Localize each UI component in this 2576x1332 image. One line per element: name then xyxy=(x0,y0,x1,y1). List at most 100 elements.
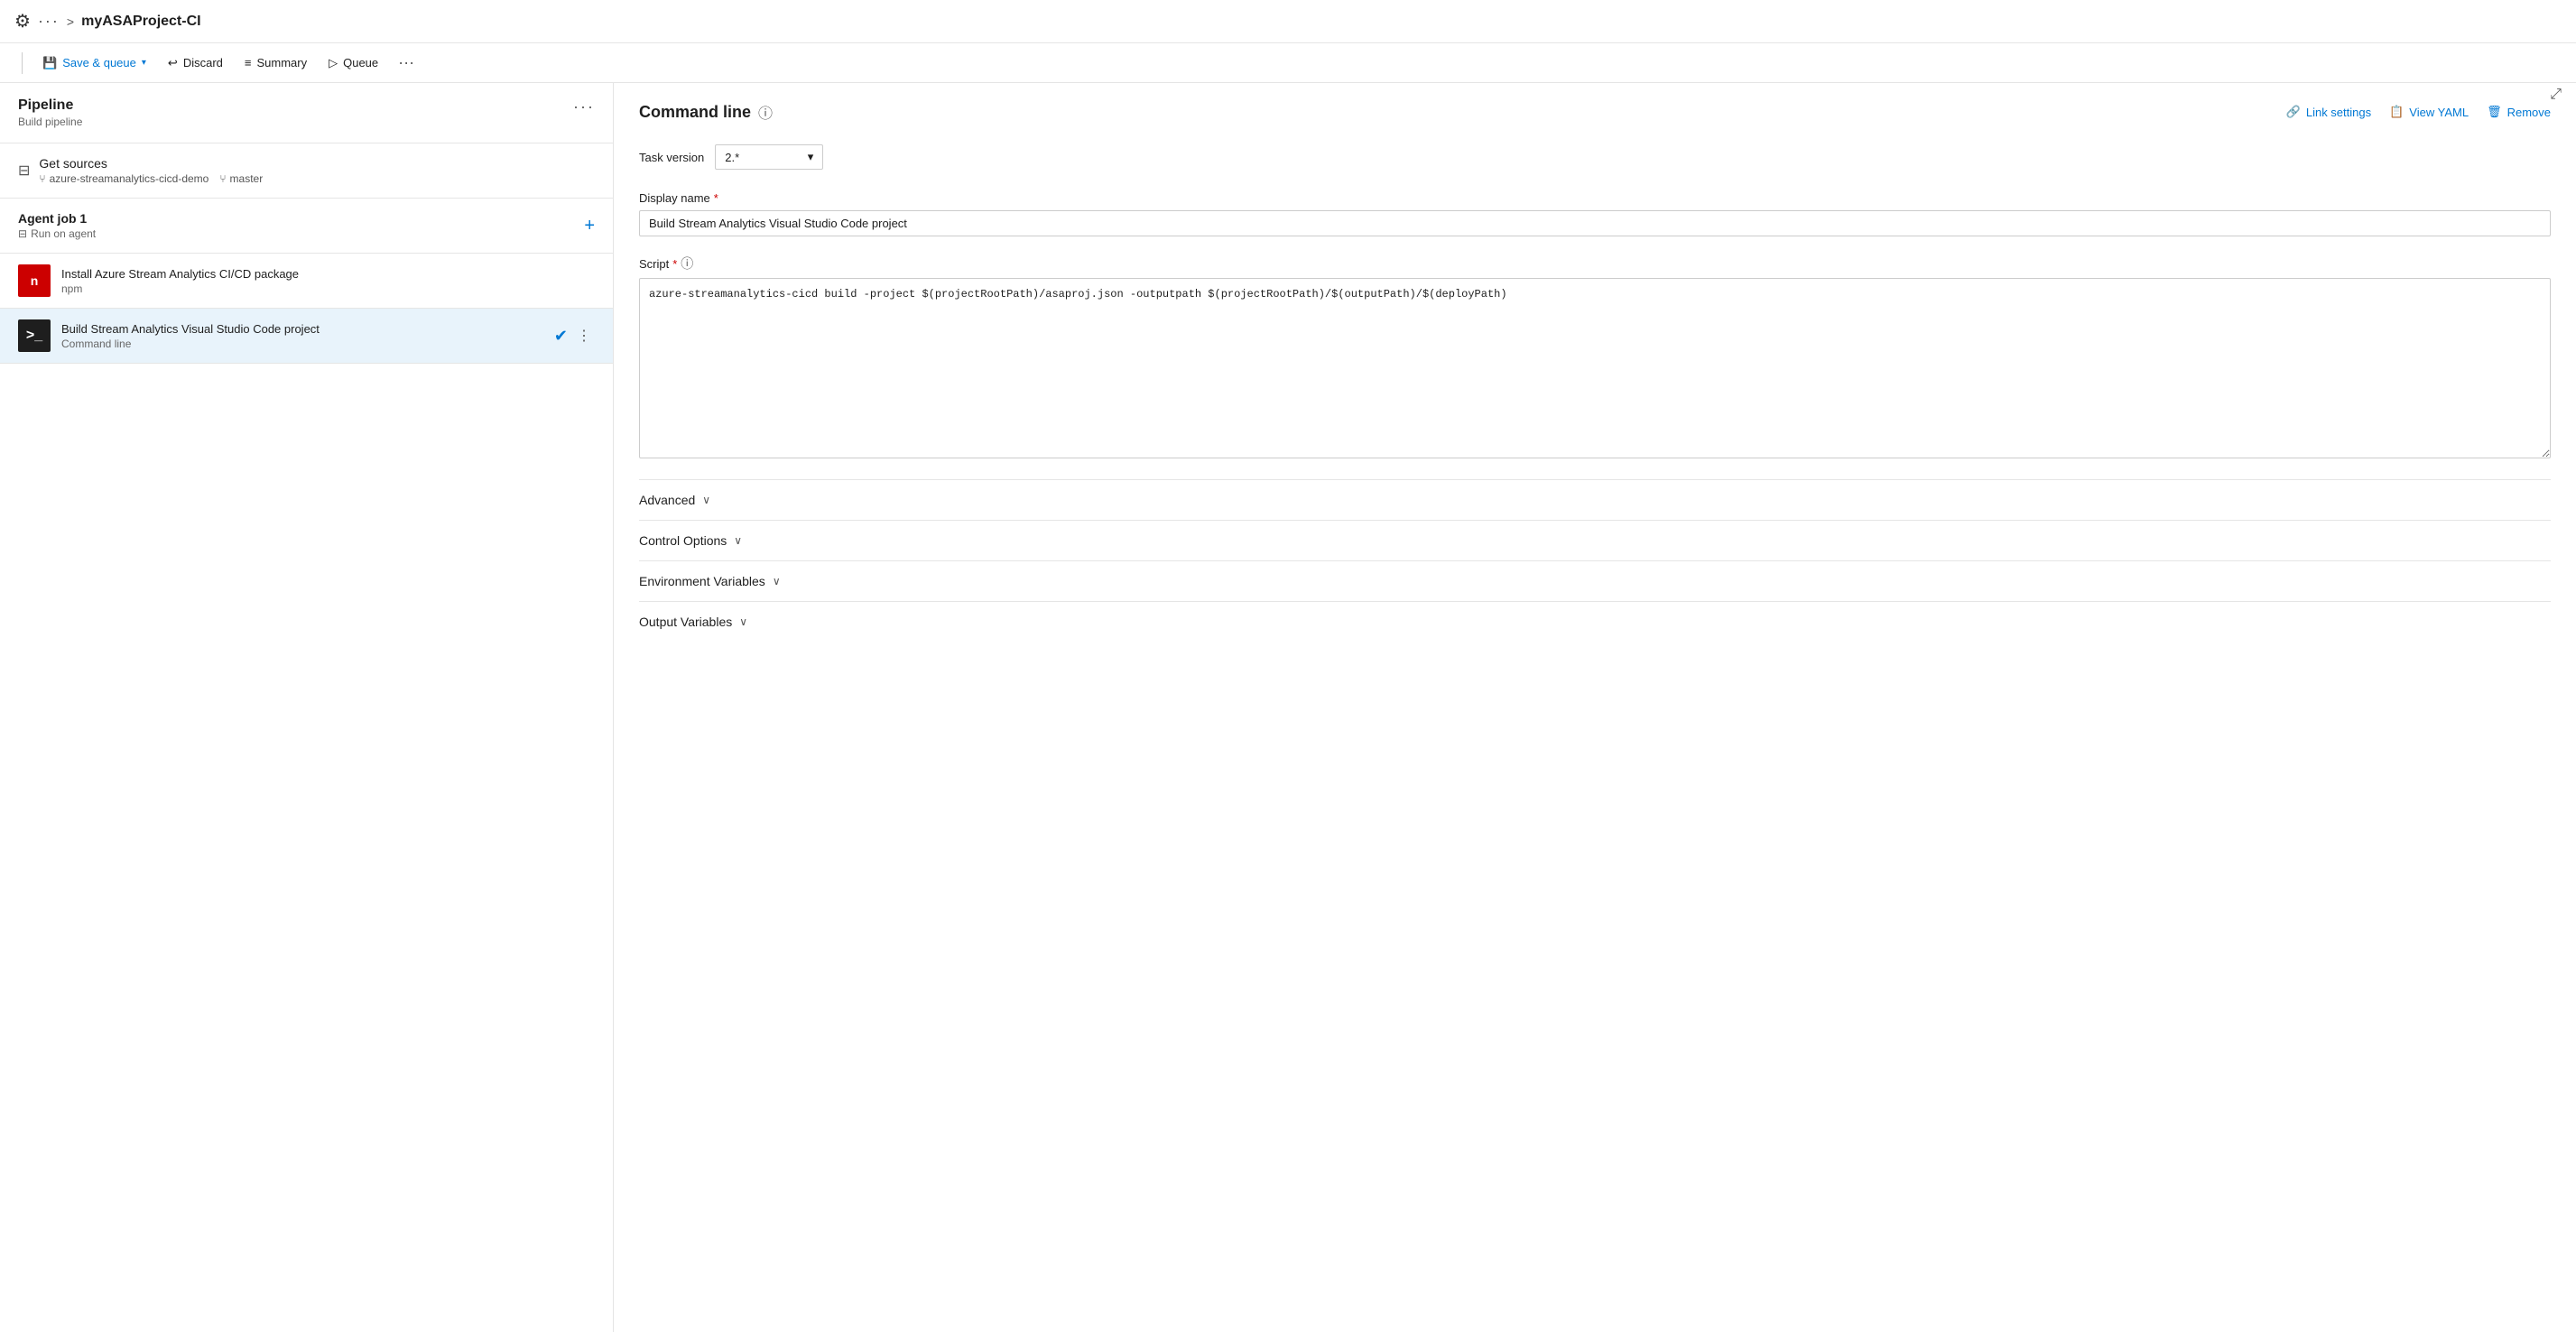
pipeline-subtitle: Build pipeline xyxy=(18,116,82,128)
top-bar: ⚙ ··· > myASAProject-CI xyxy=(0,0,2576,43)
npm-task-icon: n xyxy=(18,264,51,297)
page-title: myASAProject-CI xyxy=(81,14,200,30)
main-layout: Pipeline Build pipeline ··· ⊟ Get source… xyxy=(0,83,2576,1332)
repo-icon: ⑂ xyxy=(39,172,45,185)
save-queue-label: Save & queue xyxy=(62,56,136,69)
summary-icon: ≡ xyxy=(245,56,252,69)
install-task-subtitle: npm xyxy=(61,282,595,295)
filter-icon: ⊟ xyxy=(18,162,30,180)
get-sources-item[interactable]: ⊟ Get sources ⑂ azure-streamanalytics-ci… xyxy=(0,143,613,199)
discard-label: Discard xyxy=(183,56,223,69)
advanced-chevron-icon: ∨ xyxy=(702,494,710,506)
remove-icon: 🗑 xyxy=(2487,105,2502,119)
link-settings-label: Link settings xyxy=(2306,106,2371,119)
agent-job-title: Agent job 1 xyxy=(18,211,96,226)
agent-job-meta: ⊟ Run on agent xyxy=(18,227,96,240)
cmd-actions: 🔗 Link settings 📋 View YAML 🗑 Remove xyxy=(2286,105,2551,119)
summary-button[interactable]: ≡ Summary xyxy=(236,52,316,73)
output-variables-section: Output Variables ∨ xyxy=(639,601,2551,642)
output-variables-label: Output Variables xyxy=(639,615,732,629)
discard-button[interactable]: ↩ Discard xyxy=(159,52,232,74)
script-required: * xyxy=(672,257,677,271)
script-group: Script * ⓘ xyxy=(639,254,2551,461)
cmd-title-group: Command line ⓘ xyxy=(639,101,773,123)
branch-icon: ⑂ xyxy=(219,172,226,185)
save-queue-button[interactable]: 💾 Save & queue ▾ xyxy=(33,52,155,74)
output-variables-chevron-icon: ∨ xyxy=(739,615,747,628)
remove-button[interactable]: 🗑 Remove xyxy=(2487,105,2551,119)
advanced-label: Advanced xyxy=(639,493,695,507)
cmd-title: Command line xyxy=(639,103,751,122)
cmd-info-icon[interactable]: ⓘ xyxy=(758,101,773,123)
expand-button[interactable]: ⤢ xyxy=(2550,87,2562,103)
npm-icon-letter: n xyxy=(31,273,39,288)
repo-name: azure-streamanalytics-cicd-demo xyxy=(50,172,209,185)
task-version-value: 2.* xyxy=(725,151,739,164)
build-task-info: Build Stream Analytics Visual Studio Cod… xyxy=(61,322,543,350)
pipeline-info: Pipeline Build pipeline xyxy=(18,97,82,128)
display-name-required: * xyxy=(714,191,718,205)
task-version-chevron-icon: ▾ xyxy=(808,150,814,164)
build-task-title: Build Stream Analytics Visual Studio Cod… xyxy=(61,322,543,336)
control-options-collapse-header[interactable]: Control Options ∨ xyxy=(639,533,2551,548)
link-settings-button[interactable]: 🔗 Link settings xyxy=(2286,105,2371,119)
save-queue-dropdown-arrow[interactable]: ▾ xyxy=(142,58,146,68)
view-yaml-label: View YAML xyxy=(2409,106,2469,119)
view-yaml-button[interactable]: 📋 View YAML xyxy=(2389,105,2469,119)
top-bar-more[interactable]: ··· xyxy=(38,12,60,31)
task-version-select[interactable]: 2.* ▾ xyxy=(715,144,823,170)
repo-info: ⑂ azure-streamanalytics-cicd-demo xyxy=(39,172,208,185)
app-icon: ⚙ xyxy=(14,10,31,32)
toolbar: 💾 Save & queue ▾ ↩ Discard ≡ Summary ▷ Q… xyxy=(0,43,2576,83)
display-name-label: Display name * xyxy=(639,191,2551,205)
control-options-chevron-icon: ∨ xyxy=(734,534,742,547)
queue-label: Queue xyxy=(343,56,378,69)
build-task-item[interactable]: >_ Build Stream Analytics Visual Studio … xyxy=(0,309,613,364)
branch-info: ⑂ master xyxy=(219,172,263,185)
get-sources-title: Get sources xyxy=(39,156,263,171)
script-textarea[interactable] xyxy=(639,278,2551,458)
toolbar-divider-left xyxy=(22,52,23,74)
task-check-icon: ✔ xyxy=(554,327,568,346)
queue-button[interactable]: ▷ Queue xyxy=(320,52,387,74)
build-task-actions: ✔ ⋮ xyxy=(554,325,595,347)
yaml-icon: 📋 xyxy=(2389,105,2404,119)
advanced-collapse-header[interactable]: Advanced ∨ xyxy=(639,493,2551,507)
pipeline-header: Pipeline Build pipeline ··· xyxy=(0,83,613,143)
script-label-text: Script xyxy=(639,257,669,271)
advanced-section: Advanced ∨ xyxy=(639,479,2551,520)
agent-job-header: Agent job 1 ⊟ Run on agent + xyxy=(0,199,613,254)
agent-job-info: Agent job 1 ⊟ Run on agent xyxy=(18,211,96,240)
toolbar-more-button[interactable]: ··· xyxy=(391,50,422,76)
agent-job-meta-label: Run on agent xyxy=(31,227,96,240)
remove-label: Remove xyxy=(2507,106,2551,119)
task-menu-button[interactable]: ⋮ xyxy=(573,325,595,347)
left-panel: Pipeline Build pipeline ··· ⊟ Get source… xyxy=(0,83,614,1332)
save-icon: 💾 xyxy=(42,56,57,70)
environment-variables-section: Environment Variables ∨ xyxy=(639,560,2551,601)
control-options-label: Control Options xyxy=(639,533,727,548)
install-task-title: Install Azure Stream Analytics CI/CD pac… xyxy=(61,267,595,281)
right-panel: Command line ⓘ 🔗 Link settings 📋 View YA… xyxy=(614,83,2576,1332)
terminal-task-icon: >_ xyxy=(18,319,51,352)
display-name-label-text: Display name xyxy=(639,191,710,205)
display-name-input[interactable] xyxy=(639,210,2551,236)
add-task-button[interactable]: + xyxy=(584,216,595,236)
task-version-label: Task version xyxy=(639,151,704,164)
breadcrumb-separator: > xyxy=(67,14,74,29)
summary-label: Summary xyxy=(256,56,307,69)
task-version-row: Task version 2.* ▾ xyxy=(639,144,2551,170)
display-name-group: Display name * xyxy=(639,191,2551,236)
install-task-item[interactable]: n Install Azure Stream Analytics CI/CD p… xyxy=(0,254,613,309)
queue-icon: ▷ xyxy=(329,56,338,70)
agent-icon: ⊟ xyxy=(18,227,27,240)
build-task-subtitle: Command line xyxy=(61,338,543,350)
pipeline-more-button[interactable]: ··· xyxy=(573,97,595,116)
terminal-icon-text: >_ xyxy=(26,328,42,344)
link-icon: 🔗 xyxy=(2286,105,2301,119)
install-task-info: Install Azure Stream Analytics CI/CD pac… xyxy=(61,267,595,295)
script-info-icon[interactable]: ⓘ xyxy=(681,254,693,273)
get-sources-meta: ⑂ azure-streamanalytics-cicd-demo ⑂ mast… xyxy=(39,172,263,185)
output-variables-collapse-header[interactable]: Output Variables ∨ xyxy=(639,615,2551,629)
environment-variables-collapse-header[interactable]: Environment Variables ∨ xyxy=(639,574,2551,588)
